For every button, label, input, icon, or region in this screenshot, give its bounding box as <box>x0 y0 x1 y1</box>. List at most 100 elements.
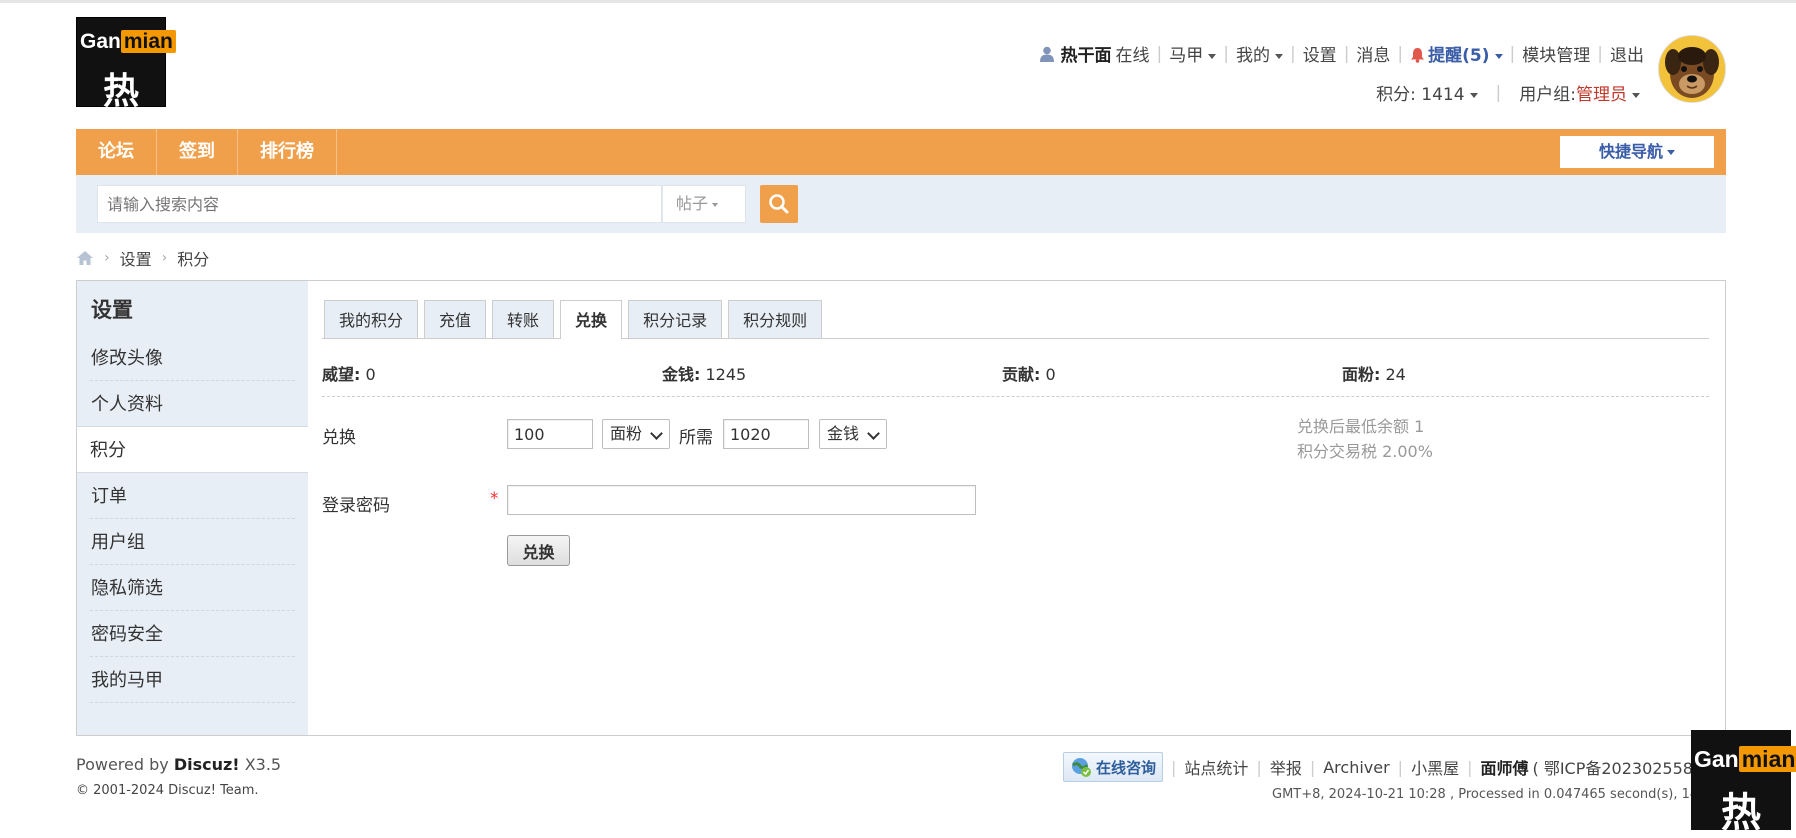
password-row: 登录密码 * <box>322 483 1709 523</box>
logo-glyph: 热 <box>1721 789 1761 836</box>
mine-menu[interactable]: 我的 <box>1236 41 1283 66</box>
logout-link[interactable]: 退出 <box>1610 41 1644 66</box>
exchange-to-select[interactable]: 金钱 <box>819 419 887 449</box>
stat-flour: 面粉: 24 <box>1342 365 1406 384</box>
sidebar-item-profile[interactable]: 个人资料 <box>90 381 295 427</box>
remind-menu[interactable]: 提醒(5) <box>1410 41 1503 66</box>
chevron-down-icon <box>1469 92 1478 98</box>
chevron-down-icon <box>867 427 880 440</box>
stat-money: 金钱: 1245 <box>662 365 747 384</box>
search-bar: 帖子 <box>76 175 1726 233</box>
breadcrumb-separator: › <box>104 250 110 266</box>
home-icon[interactable] <box>76 250 94 266</box>
module-management-link[interactable]: 模块管理 <box>1522 41 1590 66</box>
settings-link[interactable]: 设置 <box>1303 41 1337 66</box>
chevron-down-icon <box>1667 150 1675 155</box>
stat-contribution: 贡献: 0 <box>1002 365 1056 384</box>
settings-sidebar: 设置 修改头像 个人资料 积分 订单 用户组 隐私筛选 密码安全 我的马甲 <box>77 281 308 735</box>
username-link[interactable]: 热干面 <box>1060 41 1111 66</box>
settings-panel: 设置 修改头像 个人资料 积分 订单 用户组 隐私筛选 密码安全 我的马甲 我的… <box>76 280 1726 736</box>
user-icon <box>1040 46 1055 62</box>
points-tabs: 我的积分 充值 转账 兑换 积分记录 积分规则 <box>322 300 1709 339</box>
sidebar-item-privacy[interactable]: 隐私筛选 <box>90 565 295 611</box>
usergroup-label: 用户组: <box>1519 85 1576 105</box>
exchange-row: 兑换 面粉 所需 金钱 兑换后最低余额 1 积分交易税 2.00% <box>322 414 1709 474</box>
site-logo[interactable]: Gan mian 热 <box>76 17 176 112</box>
tab-points-rules[interactable]: 积分规则 <box>728 300 823 338</box>
exchange-amount-input[interactable] <box>507 419 593 449</box>
nav-item-ranking[interactable]: 排行榜 <box>238 129 337 175</box>
user-points-bar: 积分: 1414 | 用户组: 管理员 <box>1376 80 1640 105</box>
logo-wordmark: Gan mian <box>1694 746 1796 773</box>
online-status: 在线 <box>1115 46 1150 66</box>
breadcrumb: › 设置 › 积分 <box>76 246 209 270</box>
search-input[interactable] <box>97 185 662 223</box>
chevron-down-icon <box>1208 53 1217 59</box>
footer-links: 在线咨询 | 站点统计 | 举报 | Archiver | 小黑屋 | 面师傅 … <box>1063 752 1693 782</box>
footer-link-archiver[interactable]: Archiver <box>1323 758 1389 777</box>
chevron-down-icon <box>1494 53 1503 59</box>
stat-prestige: 威望: 0 <box>322 365 376 384</box>
logo-wordmark: Gan mian <box>80 30 176 54</box>
majia-menu[interactable]: 马甲 <box>1169 41 1217 66</box>
bell-icon <box>1411 48 1425 63</box>
sidebar-item-majia[interactable]: 我的马甲 <box>90 657 295 703</box>
corner-logo: Gan mian 热 <box>1691 730 1796 836</box>
exchange-submit-button[interactable]: 兑换 <box>507 535 570 566</box>
footer-site-name[interactable]: 面师傅 <box>1480 755 1528 779</box>
sidebar-item-orders[interactable]: 订单 <box>90 473 295 519</box>
search-button[interactable] <box>760 185 798 223</box>
need-amount-input[interactable] <box>723 419 809 449</box>
sidebar-item-points[interactable]: 积分 <box>77 426 308 473</box>
search-icon <box>769 194 789 214</box>
chevron-down-icon <box>712 202 719 207</box>
nav-item-forum[interactable]: 论坛 <box>76 129 157 175</box>
breadcrumb-separator: › <box>161 250 168 266</box>
password-label: 登录密码 <box>322 496 390 516</box>
main-nav: 论坛 签到 排行榜 快捷导航 <box>76 129 1726 175</box>
tab-recharge[interactable]: 充值 <box>424 300 487 338</box>
required-mark: * <box>490 489 499 509</box>
tab-points-log[interactable]: 积分记录 <box>628 300 723 338</box>
messages-link[interactable]: 消息 <box>1356 41 1390 66</box>
logo-glyph: 热 <box>102 70 139 112</box>
points-menu[interactable]: 积分: 1414 <box>1376 80 1478 105</box>
sidebar-title: 设置 <box>91 298 133 322</box>
password-field[interactable] <box>507 485 976 515</box>
need-label: 所需 <box>679 428 713 448</box>
user-toolbar: 热干面 在线 | 马甲 | 我的 | 设置 | 消息 | 提醒(5) | 模块管… <box>1040 41 1644 66</box>
exchange-label: 兑换 <box>322 428 356 448</box>
breadcrumb-settings[interactable]: 设置 <box>120 246 152 270</box>
min-balance-note: 兑换后最低余额 1 <box>1297 417 1425 436</box>
tab-transfer[interactable]: 转账 <box>492 300 555 338</box>
tab-my-points[interactable]: 我的积分 <box>324 300 419 338</box>
search-type-select[interactable]: 帖子 <box>662 185 746 223</box>
chevron-down-icon <box>650 427 663 440</box>
breadcrumb-points[interactable]: 积分 <box>177 246 209 270</box>
footer-link-stats[interactable]: 站点统计 <box>1184 755 1248 779</box>
globe-chat-icon <box>1072 758 1091 777</box>
chevron-down-icon <box>1632 92 1640 98</box>
powered-by: Powered by Discuz! X3.5 <box>76 755 282 774</box>
nav-item-checkin[interactable]: 签到 <box>157 129 238 175</box>
tab-exchange[interactable]: 兑换 <box>560 300 623 339</box>
online-consult-button[interactable]: 在线咨询 <box>1063 752 1164 782</box>
chevron-down-icon <box>1274 53 1283 59</box>
tax-note: 积分交易税 2.00% <box>1297 442 1433 461</box>
sidebar-item-usergroup[interactable]: 用户组 <box>90 519 295 565</box>
exchange-from-select[interactable]: 面粉 <box>602 419 670 449</box>
sidebar-item-avatar[interactable]: 修改头像 <box>90 335 295 381</box>
footer-icp[interactable]: ( 鄂ICP备202302558 <box>1532 755 1693 779</box>
sidebar-item-password-security[interactable]: 密码安全 <box>90 611 295 657</box>
footer-timing: GMT+8, 2024-10-21 10:28 , Processed in 0… <box>1272 787 1727 802</box>
footer-link-report[interactable]: 举报 <box>1270 755 1302 779</box>
avatar[interactable] <box>1658 35 1726 103</box>
footer-link-blackroom[interactable]: 小黑屋 <box>1411 755 1459 779</box>
copyright: © 2001-2024 Discuz! Team. <box>76 783 259 798</box>
points-summary: 威望: 0 金钱: 1245 贡献: 0 面粉: 24 <box>322 359 1709 397</box>
exchange-notes: 兑换后最低余额 1 积分交易税 2.00% <box>1297 414 1433 464</box>
discuz-link[interactable]: Discuz! <box>174 755 240 774</box>
quick-nav-button[interactable]: 快捷导航 <box>1560 136 1714 168</box>
dog-avatar-icon <box>1659 36 1725 102</box>
usergroup-menu[interactable]: 管理员 <box>1576 80 1640 105</box>
